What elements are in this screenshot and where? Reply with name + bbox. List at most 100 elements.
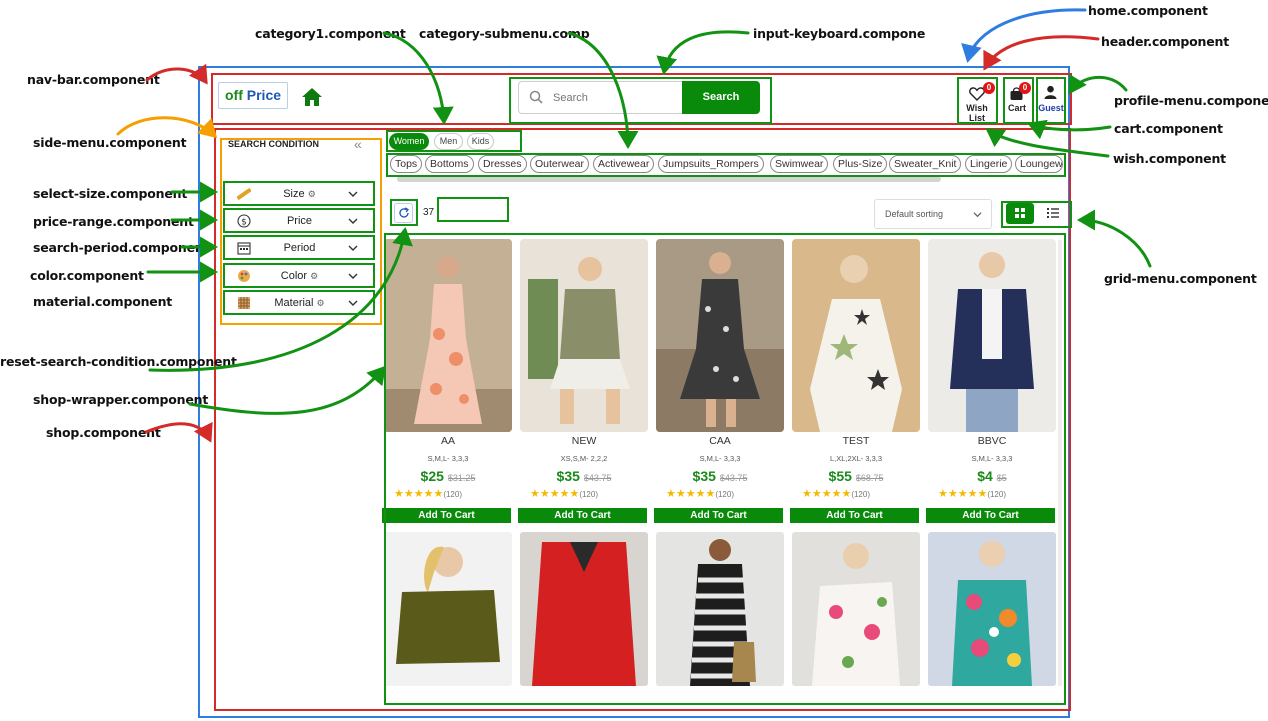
product-price: $25: [420, 468, 444, 484]
reset-button[interactable]: [394, 203, 413, 223]
add-to-cart-button[interactable]: Add To Cart: [382, 508, 511, 523]
color-filter[interactable]: Color ⚙: [225, 265, 374, 288]
search-button[interactable]: Search: [682, 81, 760, 114]
subcategory-tops[interactable]: Tops: [390, 155, 423, 173]
label-grid-menu-component: grid-menu.component: [1104, 271, 1257, 286]
category-men[interactable]: Men: [434, 133, 463, 150]
label-profile-menu-component: profile-menu.component: [1114, 93, 1268, 108]
product-old-price: $5: [996, 473, 1007, 483]
size-filter[interactable]: Size ⚙: [225, 183, 374, 206]
subcategory-jumpsuits-rompers[interactable]: Jumpsuits_Rompers: [658, 155, 764, 173]
price-filter[interactable]: $ Price: [225, 210, 374, 233]
label-nav-bar-component: nav-bar.component: [27, 72, 160, 87]
product-price: $35: [692, 468, 716, 484]
add-to-cart-button[interactable]: Add To Cart: [790, 508, 919, 523]
category-women[interactable]: Women: [389, 133, 429, 150]
product-image[interactable]: [520, 239, 648, 432]
refresh-icon: [399, 207, 409, 218]
product-sizes: S,M,L- 3,3,3: [427, 454, 469, 463]
star-rating-icons: ★★★★★: [938, 488, 988, 500]
add-to-cart-button[interactable]: Add To Cart: [518, 508, 647, 523]
collapse-icon[interactable]: «: [354, 136, 362, 152]
product-image[interactable]: [928, 239, 1056, 432]
profile-button[interactable]: Guest: [1038, 82, 1064, 120]
label-price-range-component: price-range.component: [33, 214, 194, 229]
wish-list-label: Wish List: [966, 103, 988, 123]
gear-icon: ⚙: [307, 189, 316, 199]
label-color-component: color.component: [30, 268, 144, 283]
subcategory-dresses[interactable]: Dresses: [478, 155, 527, 173]
product-image[interactable]: [656, 239, 784, 432]
empty-slot-box: [437, 197, 509, 222]
subcategory-loungewear[interactable]: Loungew: [1015, 155, 1063, 173]
product-image[interactable]: [656, 532, 784, 686]
gear-icon: ⚙: [316, 298, 325, 308]
label-select-size-component: select-size.component: [33, 186, 188, 201]
list-view-button[interactable]: [1040, 203, 1066, 224]
grid-icon: [1015, 208, 1025, 218]
label-material-component: material.component: [33, 294, 173, 309]
subcategory-plus-size[interactable]: Plus-Size: [833, 155, 888, 173]
product-image[interactable]: [384, 239, 512, 432]
product-price: $35: [556, 468, 580, 484]
product-image[interactable]: [520, 532, 648, 686]
subcategory-lingerie[interactable]: Lingerie: [965, 155, 1013, 173]
product-name: AA: [440, 435, 455, 447]
subcategory-activewear[interactable]: Activewear: [593, 155, 655, 173]
product-sizes: S,M,L- 3,3,3: [971, 454, 1013, 463]
label-shop-wrapper-component: shop-wrapper.component: [33, 392, 209, 407]
arrow-home: [961, 8, 1087, 63]
profile-label: Guest: [1038, 103, 1064, 113]
review-count: (120): [579, 490, 598, 499]
add-to-cart-button[interactable]: Add To Cart: [654, 508, 783, 523]
color-filter-label: Color: [280, 270, 308, 282]
review-count: (120): [987, 490, 1006, 499]
grid-view-button[interactable]: [1006, 203, 1034, 224]
chevron-down-icon: [348, 245, 358, 251]
product-image[interactable]: [928, 532, 1056, 686]
wish-list-button[interactable]: 0 Wish List: [958, 82, 996, 123]
label-input-keyboard-component: input-keyboard.compone: [753, 26, 926, 41]
cart-count-badge: 0: [1019, 82, 1031, 94]
review-count: (120): [851, 490, 870, 499]
chevron-down-icon: [973, 212, 982, 218]
label-category1-component: category1.component: [255, 26, 406, 41]
label-search-period-component: search-period.componen: [33, 240, 204, 255]
material-filter-label: Material: [274, 297, 314, 309]
search-icon: [529, 90, 543, 104]
vertical-scrollbar[interactable]: [1058, 240, 1062, 686]
material-filter[interactable]: Material ⚙: [225, 292, 374, 315]
add-to-cart-button[interactable]: Add To Cart: [926, 508, 1055, 523]
home-icon[interactable]: [301, 87, 323, 107]
cart-label: Cart: [1007, 103, 1026, 113]
star-rating-icons: ★★★★★: [530, 488, 580, 500]
label-cart-component: cart.component: [1114, 121, 1223, 136]
product-sizes: XS,S,M- 2,2,2: [560, 454, 608, 463]
search-condition-title: SEARCH CONDITION: [228, 139, 320, 149]
product-image[interactable]: [792, 239, 920, 432]
product-image[interactable]: [384, 532, 512, 686]
star-rating-icons: ★★★★★: [802, 488, 852, 500]
label-shop-component: shop.component: [46, 425, 161, 440]
product-image[interactable]: [792, 532, 920, 686]
subcategory-sweater-knit[interactable]: Sweater_Knit: [889, 155, 962, 173]
subcategory-bottoms[interactable]: Bottoms: [425, 155, 474, 173]
subcategory-swimwear[interactable]: Swimwear: [770, 155, 829, 173]
cart-button[interactable]: 0 Cart: [1004, 82, 1031, 120]
sort-label: Default sorting: [885, 209, 944, 219]
label-header-component: header.component: [1101, 34, 1229, 49]
logo[interactable]: off Price: [218, 82, 288, 109]
gear-icon: ⚙: [310, 271, 319, 281]
horizontal-scrollbar[interactable]: [397, 176, 941, 182]
category-kids[interactable]: Kids: [467, 133, 494, 150]
sort-select[interactable]: Default sorting: [874, 199, 992, 229]
subcategory-outerwear[interactable]: Outerwear: [530, 155, 590, 173]
arrow-header: [983, 35, 1100, 71]
product-name: CAA: [709, 435, 731, 447]
product-old-price: $31.25: [447, 473, 476, 483]
review-count: (120): [715, 490, 734, 499]
chevron-down-icon: [348, 191, 358, 197]
review-count: (120): [443, 490, 462, 499]
label-side-menu-component: side-menu.component: [33, 135, 187, 150]
period-filter[interactable]: Period: [225, 237, 374, 260]
